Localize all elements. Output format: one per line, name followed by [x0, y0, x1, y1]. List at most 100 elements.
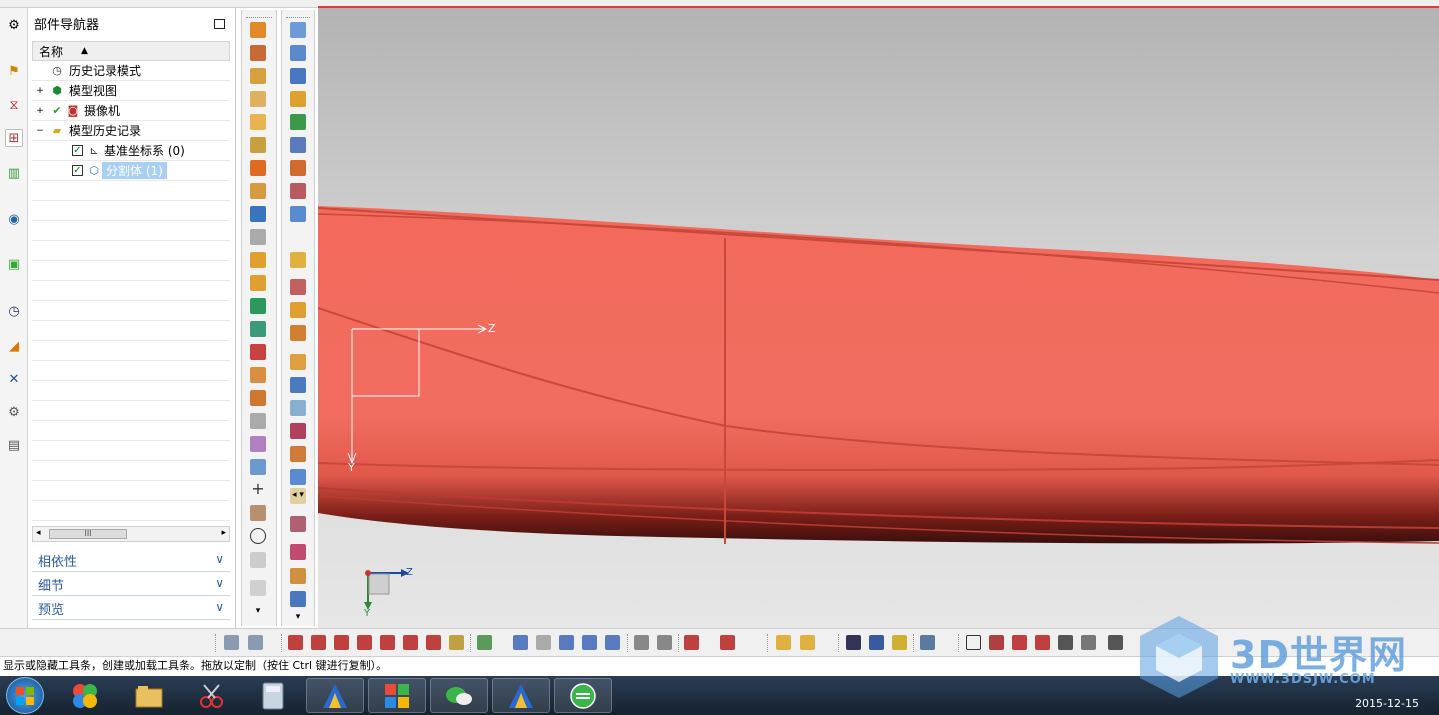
patch-icon[interactable]	[250, 436, 266, 452]
chamfer-icon[interactable]	[250, 114, 266, 130]
circle-icon[interactable]	[250, 528, 266, 544]
emboss-icon[interactable]	[250, 275, 266, 291]
pointer-icon[interactable]	[536, 635, 551, 650]
offset-surface-icon[interactable]	[290, 302, 306, 318]
more-tools-icon[interactable]	[250, 580, 266, 596]
split-body-icon[interactable]	[250, 252, 266, 268]
swept-icon[interactable]	[290, 114, 306, 130]
subtract-icon[interactable]	[250, 344, 266, 360]
section-dependencies[interactable]: 相依性 ∨	[32, 550, 230, 572]
select-all-icon[interactable]	[513, 635, 528, 650]
web-browser-icon[interactable]: ◉	[5, 210, 23, 228]
chevron-down-icon[interactable]: ▾	[250, 606, 266, 622]
taskbar-app-nx-2[interactable]	[492, 678, 550, 713]
reflection-icon[interactable]	[290, 516, 306, 532]
constraint-navigator-icon[interactable]: ⧖	[5, 96, 23, 114]
maximize-icon[interactable]	[214, 19, 225, 29]
table-note-icon[interactable]	[989, 635, 1004, 650]
scroll-left-icon[interactable]: ◂	[36, 528, 41, 538]
more-features-icon[interactable]	[250, 552, 266, 568]
expand-icon[interactable]: +	[36, 86, 44, 95]
sew-icon[interactable]	[250, 413, 266, 429]
tree-row-split-body[interactable]: ✓ ⬡ 分割体 (1)	[32, 161, 230, 181]
deviation-icon[interactable]	[290, 591, 306, 607]
spiral-icon[interactable]	[892, 635, 907, 650]
enlarge-icon[interactable]	[290, 354, 306, 370]
join-face-icon[interactable]	[290, 469, 306, 485]
styled-blend-icon[interactable]	[290, 279, 306, 295]
fit-tolerance-icon[interactable]	[1108, 635, 1123, 650]
trim-and-extend-icon[interactable]	[290, 446, 306, 462]
surface-finish-icon[interactable]	[1081, 635, 1096, 650]
section-analysis-icon[interactable]	[290, 544, 306, 560]
i-form-icon[interactable]	[290, 400, 306, 416]
unite-icon[interactable]	[250, 206, 266, 222]
toolbar-grip[interactable]	[246, 12, 272, 18]
visualization-icon[interactable]: ◢	[5, 337, 23, 355]
section-details[interactable]: 细节 ∨	[32, 574, 230, 596]
measure-distance-icon[interactable]	[684, 635, 699, 650]
bounded-plane-icon[interactable]	[290, 160, 306, 176]
through-curve-mesh-icon[interactable]	[290, 45, 306, 61]
toolbar-grip[interactable]	[767, 634, 768, 652]
revolve-icon[interactable]	[250, 45, 266, 61]
through-curves-icon[interactable]	[290, 22, 306, 38]
wcs-orient-icon[interactable]	[357, 635, 372, 650]
name-column-header[interactable]: 名称 ▲	[32, 41, 230, 61]
pen-icon[interactable]	[869, 635, 884, 650]
taskbar-app-wechat[interactable]	[430, 678, 488, 713]
part-navigator-icon[interactable]: ⊞	[5, 129, 23, 147]
scroll-right-icon[interactable]: ▸	[221, 528, 226, 538]
start-button[interactable]	[6, 677, 44, 714]
tree-row-model-history[interactable]: − ▰ 模型历史记录	[32, 121, 230, 141]
expand-icon[interactable]: +	[36, 106, 44, 115]
datum-plane-icon[interactable]	[250, 505, 266, 521]
display-wcs-icon[interactable]	[449, 635, 464, 650]
set-wcs-absolute-icon[interactable]	[380, 635, 395, 650]
assembly-navigator-icon[interactable]: ⚑	[5, 62, 23, 80]
block-icon[interactable]	[250, 68, 266, 84]
horizontal-scrollbar[interactable]: ◂ III ▸	[32, 526, 230, 542]
fill-surface-icon[interactable]	[290, 206, 306, 222]
section-preview[interactable]: 预览 ∨	[32, 598, 230, 620]
toolbar-grip[interactable]	[286, 12, 310, 18]
select-edges-icon[interactable]	[605, 635, 620, 650]
collapse-icon[interactable]: −	[36, 126, 44, 135]
toolbar-grip[interactable]	[215, 634, 216, 652]
chevron-down-icon[interactable]: ∨	[215, 576, 224, 590]
taskbar-app-pinwheel[interactable]	[56, 678, 114, 713]
x-form-icon[interactable]	[290, 377, 306, 393]
taskbar-app-nx-1[interactable]	[306, 678, 364, 713]
toolbar-grip[interactable]	[281, 634, 282, 652]
taskbar-app-window[interactable]	[368, 678, 426, 713]
information-icon[interactable]	[846, 635, 861, 650]
hide-icon[interactable]	[657, 635, 672, 650]
taskbar-app-browser[interactable]	[554, 678, 612, 713]
curvature-icon[interactable]	[290, 568, 306, 584]
toolbar-grip[interactable]	[678, 634, 679, 652]
system-materials-icon[interactable]: ✕	[5, 370, 23, 388]
reuse-library-icon[interactable]: ▥	[5, 164, 23, 182]
offset-face-icon[interactable]	[250, 298, 266, 314]
shell-icon[interactable]	[250, 160, 266, 176]
draft-icon[interactable]	[250, 137, 266, 153]
extract-icon[interactable]	[250, 459, 266, 475]
n-sided-surface-icon[interactable]	[290, 137, 306, 153]
edge-blend-icon[interactable]	[250, 91, 266, 107]
parts-list-icon[interactable]	[1012, 635, 1027, 650]
visibility-checkbox[interactable]: ✓	[72, 165, 83, 176]
toolbar-chevron-icon[interactable]: ◂ ▾	[290, 488, 306, 504]
scroll-thumb[interactable]: III	[49, 529, 127, 539]
toolbar-grip[interactable]	[470, 634, 471, 652]
toolbar-grip[interactable]	[838, 634, 839, 652]
selection-filter-icon[interactable]	[477, 635, 492, 650]
select-features-icon[interactable]	[559, 635, 574, 650]
taskbar-app-explorer[interactable]	[120, 678, 178, 713]
transition-icon[interactable]	[290, 183, 306, 199]
chevron-down-icon[interactable]: ∨	[215, 600, 224, 614]
triangle-icon[interactable]	[966, 635, 981, 650]
drafting-icon[interactable]	[920, 635, 935, 650]
tree-row-cameras[interactable]: + ✔ ◙ 摄像机	[32, 101, 230, 121]
chevron-down-icon[interactable]: ∨	[215, 552, 224, 566]
layer-settings-icon[interactable]	[248, 635, 263, 650]
